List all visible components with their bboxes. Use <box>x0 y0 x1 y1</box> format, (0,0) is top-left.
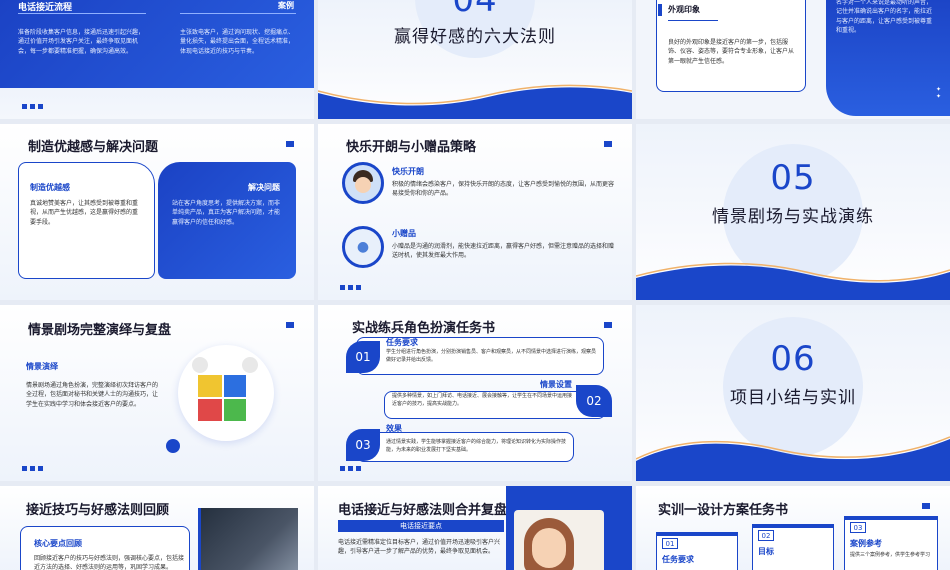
menu-icon <box>922 503 930 509</box>
slide-thumbnail-6[interactable]: 05 情景剧场与实战演练 <box>636 124 950 300</box>
decor-dot <box>166 439 180 453</box>
section-number: 04 <box>452 0 498 20</box>
wave-decoration <box>636 436 950 481</box>
slide-title: 电话接近流程 <box>18 3 73 13</box>
step-label: 任务要求 <box>662 555 694 564</box>
card-text: 良好的外观印象是接近客户的第一步，包括服饰、仪容、姿态等，要符合专业形象，让客户… <box>668 39 795 65</box>
right-text: 站在客户角度思考，提供解决方案，而非单纯卖产品，真正为客户解决问题，才能赢得客户… <box>172 200 281 226</box>
step-text: 提供三个案例参考，供学生参考学习 <box>850 552 931 558</box>
divider <box>18 13 146 14</box>
slide-title: 情景剧场完整演绎与复盘 <box>28 323 172 338</box>
slide-thumbnail-1[interactable]: 电话接近流程 案例 准备阶段收集客户信息，接通后迅速引起兴趣，通过价值开场引发客… <box>0 0 314 119</box>
menu-icon <box>604 322 612 328</box>
case-tag: 案例 <box>278 1 294 10</box>
section-title: 情景剧场与实战演练 <box>712 207 874 227</box>
banner-label: 电话接近要点 <box>338 520 504 532</box>
slide-thumbnail-2[interactable]: 04 赢得好感的六大法则 <box>318 0 632 119</box>
step-number: 03 <box>850 522 866 533</box>
item1-heading: 快乐开朗 <box>392 167 424 176</box>
slide-title: 接近技巧与好感法则回顾 <box>26 503 170 518</box>
balloon-gift-icon: ● <box>342 226 384 268</box>
step-label: 案例参考 <box>850 539 882 548</box>
menu-icon <box>604 141 612 147</box>
item1-text: 积极的情绪会感染客户，保持快乐开朗的态度，让客户感受到愉悦的氛围，从而更容易接受… <box>392 181 615 198</box>
slide-thumbnail-grid: 电话接近流程 案例 准备阶段收集客户信息，接通后迅速引起兴趣，通过价值开场引发客… <box>0 0 950 570</box>
section-number: 06 <box>770 339 816 379</box>
item2-text: 小赠品是沟通的润滑剂，能快速拉近距离，赢得客户好感，但需注意赠品的选择和赠送时机… <box>392 243 615 260</box>
slide-thumbnail-12[interactable]: 实训一设计方案任务书 01 任务要求 02 目标 03 案例参考 提供三个案例参… <box>636 486 950 570</box>
slide-thumbnail-8[interactable]: 实战练兵角色扮演任务书 01 任务要求 学生分组进行角色扮演，分别扮演销售员、客… <box>318 305 632 481</box>
section-heading: 情景演绎 <box>26 362 58 371</box>
accent-bar <box>658 4 662 16</box>
slide-thumbnail-3[interactable]: 外观印象 良好的外观印象是接近客户的第一步，包括服饰、仪容、姿态等，要符合专业形… <box>636 0 950 119</box>
slide-thumbnail-11[interactable]: 电话接近与好感法则合并复盘 电话接近要点 电话接近需精准定位目标客户，通过价值开… <box>318 486 632 570</box>
step-number: 01 <box>662 538 678 549</box>
right-heading: 解决问题 <box>248 183 280 192</box>
item-text: 学生分组进行角色扮演，分别扮演销售员、客户和观察员，从不同情景中选择进行演练，观… <box>386 349 597 363</box>
body-text: 情景剧场通过角色扮演，完整演绎初次拜访客户的全过程，包括面对秘书和关键人士的沟通… <box>26 382 159 408</box>
menu-icon <box>286 141 294 147</box>
divider <box>180 13 296 14</box>
menu-icon <box>286 322 294 328</box>
card-text: 回顾接近客户的技巧与好感法则，强调核心要点，包括接近方法的选择、好感法则的运用等… <box>34 555 185 570</box>
card-heading: 外观印象 <box>668 5 700 14</box>
slide-thumbnail-5[interactable]: 快乐开朗与小赠品策略 快乐开朗 积极的情绪会感染客户，保持快乐开朗的态度，让客户… <box>318 124 632 300</box>
slide-title: 实战练兵角色扮演任务书 <box>352 321 496 336</box>
customer-service-illustration <box>514 510 604 570</box>
item-heading: 任务要求 <box>386 338 418 347</box>
item-number-badge: 02 <box>576 385 612 417</box>
item-text: 提供多种情景，如上门拜访、电话接近、展会接触等，让学生在不同场景中运用接近客户的… <box>392 393 573 407</box>
left-heading: 制造优越感 <box>30 183 70 192</box>
wave-decoration <box>318 84 632 119</box>
body-text: 电话接近需精准定位目标客户，通过价值开场迅速吸引客户兴趣，引导客户进一步了解产品… <box>338 539 501 556</box>
page-dots <box>340 466 361 471</box>
right-text: 主张致电客户，通过询问现状、挖掘痛点、量化损失，最终提出会面，全程话术精准，体现… <box>180 29 295 55</box>
item-heading: 效果 <box>386 424 402 433</box>
handshake-photo <box>198 508 298 570</box>
page-dots <box>22 466 43 471</box>
slide-thumbnail-7[interactable]: 情景剧场完整演绎与复盘 情景演绎 情景剧场通过角色扮演，完整演绎初次拜访客户的全… <box>0 305 314 481</box>
slide-title: 制造优越感与解决问题 <box>28 140 159 155</box>
left-text: 准备阶段收集客户信息，接通后迅速引起兴趣，通过价值开场引发客户关注，最终争取见面… <box>18 29 145 55</box>
smiling-person-avatar <box>342 162 384 204</box>
page-dots <box>340 285 361 290</box>
item-number-badge: 01 <box>346 341 380 373</box>
section-title: 项目小结与实训 <box>730 388 856 408</box>
page-dots <box>22 104 43 109</box>
slide-thumbnail-9[interactable]: 06 项目小结与实训 <box>636 305 950 481</box>
step-label: 目标 <box>758 547 774 556</box>
item-number-badge: 03 <box>346 429 380 461</box>
item-heading: 情景设置 <box>540 380 572 389</box>
left-text: 真诚地赞美客户，让其感受到被尊重和重视，从而产生优越感，这是赢得好感的重要手段。 <box>30 200 139 226</box>
divider <box>668 20 718 21</box>
item2-heading: 小赠品 <box>392 229 416 238</box>
item-text: 通过情景实践，学生能够掌握接近客户的综合能力，将理论知识转化为实际操作技能，为未… <box>386 439 567 453</box>
card-heading: 核心要点回顾 <box>34 539 82 548</box>
wave-decoration <box>636 262 950 300</box>
slide-title: 快乐开朗与小赠品策略 <box>346 140 477 155</box>
puzzle-people-illustration <box>178 345 274 441</box>
sparkle-icon: ✦ ✦ <box>936 86 942 100</box>
slide-title: 实训一设计方案任务书 <box>658 503 789 518</box>
step-number: 02 <box>758 530 774 541</box>
section-number: 05 <box>770 158 816 198</box>
slide-thumbnail-4[interactable]: 制造优越感与解决问题 制造优越感 真诚地赞美客户，让其感受到被尊重和重视，从而产… <box>0 124 314 300</box>
section-title: 赢得好感的六大法则 <box>394 27 556 47</box>
slide-thumbnail-10[interactable]: 接近技巧与好感法则回顾 核心要点回顾 回顾接近客户的技巧与好感法则，强调核心要点… <box>0 486 314 570</box>
side-text: 名字对一个人来说是最动听的声音，记住并准确说出客户的名字，能拉近与客户的距离，让… <box>836 0 933 34</box>
slide-title: 电话接近与好感法则合并复盘 <box>338 503 508 518</box>
